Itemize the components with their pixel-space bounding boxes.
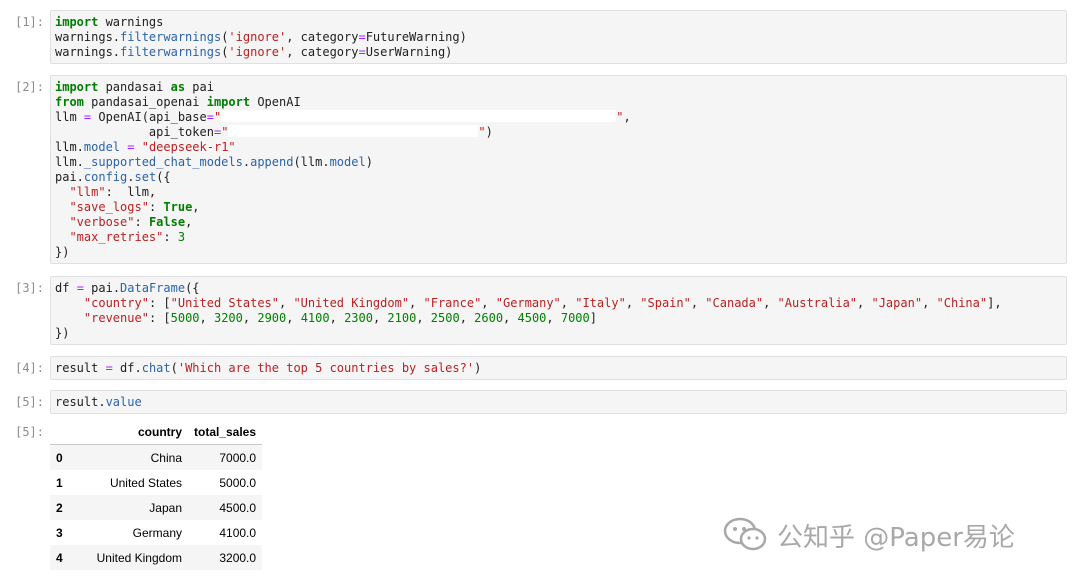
- table-row: 4 United Kingdom 3200.0: [50, 545, 263, 570]
- code-line: df = pai.DataFrame({: [55, 281, 200, 295]
- code-input[interactable]: import warnings warnings.filterwarnings(…: [50, 10, 1067, 64]
- code-line: }): [55, 326, 70, 340]
- code-line: warnings.filterwarnings('ignore', catego…: [55, 45, 453, 59]
- table-row: 0 China 7000.0: [50, 444, 263, 470]
- dataframe-output-table: country total_sales 0 China 7000.0 1 Uni…: [50, 419, 263, 570]
- table-row: 3 Germany 4100.0: [50, 520, 262, 545]
- row-index: 1: [56, 475, 63, 490]
- code-line: result = df.chat('Which are the top 5 co…: [55, 361, 482, 375]
- redacted-api-token: [228, 125, 479, 137]
- country-cell: United States: [109, 475, 182, 490]
- cell-prompt: [3]:: [15, 281, 44, 295]
- total-sales-cell: 4500.0: [219, 500, 257, 515]
- table-header-cell: total_sales: [188, 419, 263, 445]
- cell-prompt: [4]:: [15, 361, 44, 375]
- total-sales-cell: 5000.0: [219, 475, 257, 490]
- row-index: 0: [56, 450, 63, 465]
- code-line: llm = OpenAI(api_base=" ",: [55, 110, 631, 124]
- code-line: llm.model = "deepseek-r1": [55, 140, 236, 154]
- redacted-api-base: [221, 110, 617, 122]
- country-cell: Germany: [132, 525, 182, 540]
- code-input[interactable]: result.value: [50, 390, 1067, 414]
- table-header-cell: country: [76, 419, 188, 445]
- table-header-row: country total_sales: [50, 419, 263, 445]
- code-line: "verbose": False,: [69, 215, 193, 229]
- cell-prompt: [2]:: [15, 80, 44, 94]
- code-line: "country": ["United States", "United Kin…: [83, 296, 1002, 310]
- row-index: 4: [56, 550, 63, 565]
- cell-prompt: [1]:: [15, 15, 44, 29]
- table-row: 2 Japan 4500.0: [50, 495, 263, 520]
- row-index: 2: [56, 500, 63, 515]
- code-line: api_token=" "): [55, 125, 493, 139]
- code-line: import pandasai as pai: [55, 80, 214, 94]
- code-line: from pandasai_openai import OpenAI: [55, 95, 301, 109]
- code-line: llm._supported_chat_models.append(llm.mo…: [55, 155, 373, 169]
- code-input[interactable]: import pandasai as pai from pandasai_ope…: [50, 75, 1067, 264]
- code-line: }): [55, 245, 70, 259]
- total-sales-cell: 3200.0: [219, 550, 257, 565]
- table-row: 1 United States 5000.0: [50, 470, 262, 495]
- country-cell: China: [150, 450, 182, 465]
- watermark-text: 公知乎 @Paper易论: [777, 522, 1015, 553]
- cell-prompt: [5]:: [15, 395, 44, 409]
- code-line: "max_retries": 3: [69, 230, 186, 244]
- wechat-logo-icon: [723, 517, 767, 551]
- code-line: "revenue": [5000, 3200, 2900, 4100, 2300…: [83, 311, 597, 325]
- code-line: warnings.filterwarnings('ignore', catego…: [55, 30, 467, 44]
- watermark: 公知乎 @Paper易论: [723, 515, 1015, 555]
- code-line: result.value: [55, 395, 142, 409]
- code-line: "save_logs": True,: [69, 200, 200, 214]
- total-sales-cell: 4100.0: [219, 525, 257, 540]
- code-line: import warnings: [55, 15, 164, 29]
- code-line: pai.config.set({: [55, 170, 171, 184]
- table-header-cell: [50, 419, 76, 445]
- code-input[interactable]: result = df.chat('Which are the top 5 co…: [50, 356, 1067, 380]
- country-cell: Japan: [149, 500, 182, 515]
- row-index: 3: [56, 525, 63, 540]
- code-input[interactable]: df = pai.DataFrame({ "country": ["United…: [50, 276, 1067, 345]
- country-cell: United Kingdom: [96, 550, 182, 565]
- total-sales-cell: 7000.0: [219, 450, 257, 465]
- code-line: "llm": llm,: [69, 185, 157, 199]
- output-prompt: [5]:: [15, 425, 44, 439]
